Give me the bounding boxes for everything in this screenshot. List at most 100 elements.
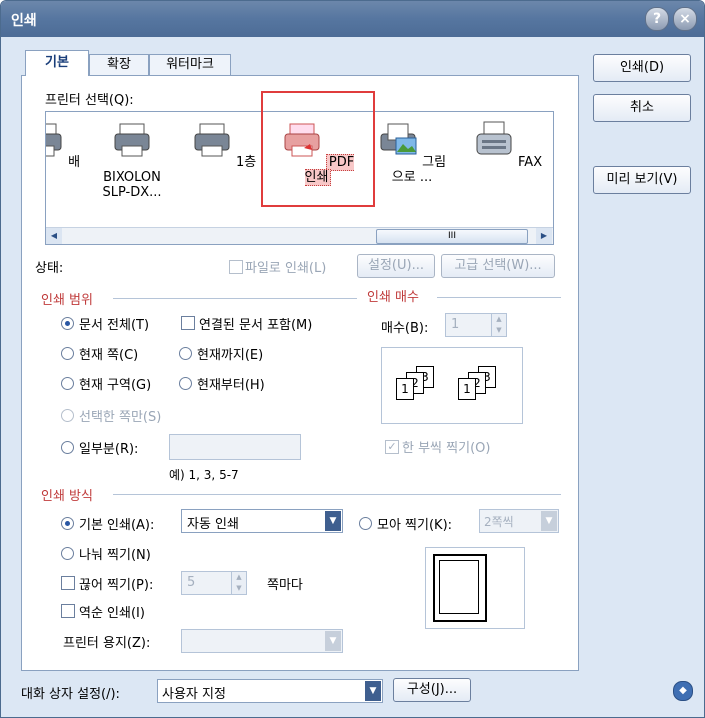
basic-print-select[interactable]: 자동 인쇄 ▼ [181, 509, 343, 533]
scroll-left-icon[interactable]: ◀ [46, 228, 62, 244]
to-current-label: 현재까지(E) [197, 348, 264, 363]
paper-sheet-icon [433, 554, 487, 622]
basic-print-value: 자동 인쇄 [187, 517, 239, 532]
status-label: 상태: [35, 261, 64, 276]
linked-doc-label: 연결된 문서 포함(M) [199, 318, 313, 333]
paper-select[interactable]: ▼ [181, 629, 343, 653]
help-icon[interactable]: ? [645, 7, 669, 31]
current-section-radio[interactable] [61, 377, 74, 390]
partial-example: 예) 1, 3, 5-7 [169, 468, 239, 482]
copies-title: 인쇄 매수 [367, 290, 419, 305]
paper-label: 프린터 용지(Z): [63, 636, 151, 651]
collate-label: 한 부씩 찍기(O) [402, 441, 491, 456]
per-page-label: 쪽마다 [267, 578, 303, 593]
current-section-label: 현재 구역(G) [79, 378, 152, 393]
print-method-title: 인쇄 방식 [41, 489, 93, 504]
print-to-file-label: 파일로 인쇄(L) [245, 261, 327, 276]
printer-icon [114, 123, 150, 157]
gather-select[interactable]: 2쪽씩 ▼ [479, 509, 559, 533]
tab-watermark[interactable]: 워터마크 [149, 54, 231, 75]
window-title: 인쇄 [11, 13, 37, 29]
dialog-settings-label: 대화 상자 설정(/): [21, 687, 120, 702]
highlight-box [261, 91, 375, 207]
info-icon[interactable]: ◆ [673, 681, 693, 701]
printer-name: FAX [518, 155, 543, 170]
copies-stepper[interactable]: ▲ ▼ [491, 314, 506, 336]
print-range-title: 인쇄 범위 [41, 293, 93, 308]
whole-doc-radio[interactable] [61, 317, 74, 330]
chevron-down-icon[interactable]: ▼ [325, 511, 341, 531]
chevron-down-icon[interactable]: ▼ [325, 631, 341, 651]
cut-stepper[interactable]: ▲ ▼ [231, 572, 246, 594]
dialog-settings-value: 사용자 지정 [162, 687, 226, 702]
reverse-label: 역순 인쇄(I) [79, 606, 145, 621]
copies-value: 1 [451, 317, 460, 332]
gather-label: 모아 찍기(K): [377, 518, 453, 533]
config-button[interactable]: 구성(J)... [393, 678, 471, 702]
cut-checkbox[interactable] [61, 576, 75, 590]
divide-radio[interactable] [61, 547, 74, 560]
print-button[interactable]: 인쇄(D) [593, 54, 691, 82]
cut-value: 5 [187, 575, 196, 590]
gather-value: 2쪽씩 [484, 515, 514, 529]
basic-print-radio[interactable] [61, 517, 74, 530]
printer-item[interactable]: 배 [46, 112, 92, 170]
image-printer-icon [380, 123, 417, 155]
divide-label: 나눠 찍기(N) [79, 548, 151, 563]
gather-radio[interactable] [359, 517, 372, 530]
divider [113, 298, 357, 299]
printer-name: BIXOLON SLP-DX... [102, 170, 162, 200]
collate-checkbox[interactable]: ✓ [385, 440, 399, 454]
chevron-down-icon[interactable]: ▼ [541, 511, 557, 531]
partial-label: 일부분(R): [79, 442, 139, 457]
collate-illustration: 321 321 [381, 347, 523, 424]
close-icon[interactable]: × [673, 7, 697, 31]
print-to-file-checkbox[interactable] [229, 260, 243, 274]
tab-extended[interactable]: 확장 [89, 54, 149, 75]
tab-basic[interactable]: 기본 [25, 50, 89, 76]
basic-print-label: 기본 인쇄(A): [79, 518, 155, 533]
divider [113, 494, 561, 495]
printer-name: 배 [68, 155, 81, 170]
page-preview [425, 547, 525, 629]
printer-item[interactable]: 그림으로 ... [372, 112, 452, 185]
divider [437, 297, 561, 298]
printer-icon [194, 123, 230, 157]
cancel-button[interactable]: 취소 [593, 94, 691, 122]
fax-icon [476, 121, 512, 155]
collate-stack-icon: 321 [458, 366, 498, 400]
title-bar: 인쇄 ? × [1, 1, 704, 37]
reverse-checkbox[interactable] [61, 604, 75, 618]
advanced-button[interactable]: 고급 선택(W)... [441, 254, 555, 278]
printer-item[interactable]: FAX [468, 112, 548, 170]
current-page-label: 현재 쪽(C) [79, 348, 139, 363]
current-page-radio[interactable] [61, 347, 74, 360]
printer-icon [46, 123, 62, 157]
selection-label: 선택한 쪽만(S) [79, 410, 162, 425]
print-dialog: 인쇄 ? × 인쇄(D) 취소 미리 보기(V) 기본 확장 워터마크 프린터 … [0, 0, 705, 718]
printer-item[interactable]: 1층 [184, 112, 264, 170]
preview-button[interactable]: 미리 보기(V) [593, 166, 691, 194]
copies-label: 매수(B): [381, 321, 429, 336]
cut-input[interactable]: 5 ▲ ▼ [181, 571, 247, 595]
from-current-radio[interactable] [179, 377, 192, 390]
selection-radio[interactable] [61, 409, 74, 422]
dialog-settings-select[interactable]: 사용자 지정 ▼ [157, 679, 383, 703]
scroll-right-icon[interactable]: ▶ [536, 228, 552, 244]
partial-pages-input[interactable] [169, 434, 301, 460]
from-current-label: 현재부터(H) [197, 378, 265, 393]
scroll-thumb[interactable]: III [376, 229, 528, 244]
collate-stack-icon: 321 [396, 366, 436, 400]
copies-input[interactable]: 1 ▲ ▼ [445, 313, 507, 337]
printer-list-scrollbar[interactable]: ◀ III ▶ [46, 227, 553, 244]
settings-button[interactable]: 설정(U)... [357, 254, 435, 278]
to-current-radio[interactable] [179, 347, 192, 360]
printer-item[interactable]: BIXOLON SLP-DX... [92, 112, 172, 200]
printer-select-label: 프린터 선택(Q): [45, 93, 134, 108]
cut-label: 끊어 찍기(P): [79, 578, 154, 593]
linked-doc-checkbox[interactable] [181, 316, 195, 330]
chevron-down-icon[interactable]: ▼ [365, 681, 381, 701]
printer-name: 1층 [235, 155, 257, 170]
partial-radio[interactable] [61, 441, 74, 454]
whole-doc-label: 문서 전체(T) [79, 318, 150, 333]
